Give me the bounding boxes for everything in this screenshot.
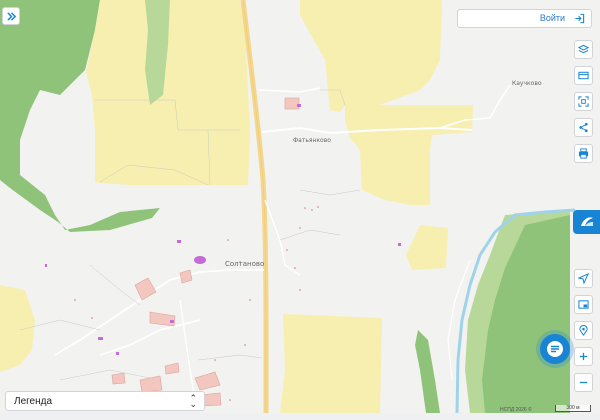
place-label-soltanovo: Солтаново	[225, 260, 265, 268]
minimap-button[interactable]	[574, 295, 593, 314]
service-logo-icon	[580, 217, 593, 226]
geo-pin-button[interactable]	[574, 321, 593, 340]
area-select-button[interactable]	[574, 92, 593, 111]
chat-icon	[547, 341, 563, 357]
place-label-fatyankovo: Фатьянково	[293, 137, 331, 144]
login-icon	[575, 13, 585, 24]
field-bottom-center	[280, 314, 382, 413]
locate-icon	[578, 273, 589, 284]
legend-label: Легенда	[14, 396, 53, 407]
login-button[interactable]: Войти	[457, 9, 592, 28]
zoom-in-icon	[579, 352, 588, 361]
minimap-icon	[578, 300, 589, 309]
login-label: Войти	[539, 13, 565, 23]
layers-button[interactable]	[574, 40, 593, 59]
zoom-out-button[interactable]	[574, 373, 593, 392]
print-icon	[578, 148, 589, 159]
copyright-text: НСПД 2026 ©	[500, 407, 532, 413]
scale-bar: 300 м	[555, 405, 591, 412]
card-icon	[578, 71, 589, 80]
geo-pin-icon	[579, 325, 588, 336]
share-icon	[579, 122, 588, 133]
measure-button[interactable]	[574, 66, 593, 85]
legend-dropdown[interactable]: Легенда ⌃ ⌄	[5, 391, 205, 411]
expand-panel-button[interactable]	[2, 7, 20, 25]
chat-button[interactable]	[540, 334, 570, 364]
service-logo-button[interactable]	[573, 210, 600, 234]
place-label-kauchkovo: Каучково	[512, 80, 542, 87]
zoom-in-button[interactable]	[574, 347, 593, 366]
share-button[interactable]	[574, 118, 593, 137]
zoom-out-icon	[579, 381, 588, 384]
print-button[interactable]	[574, 144, 593, 163]
double-chevron-right-icon	[6, 11, 16, 21]
map-canvas[interactable]	[0, 0, 600, 420]
updown-chevron-icon: ⌃ ⌄	[189, 393, 197, 409]
scan-icon	[578, 96, 589, 107]
locate-button[interactable]	[574, 269, 593, 288]
footer-bar	[0, 413, 600, 420]
layers-icon	[578, 44, 589, 54]
